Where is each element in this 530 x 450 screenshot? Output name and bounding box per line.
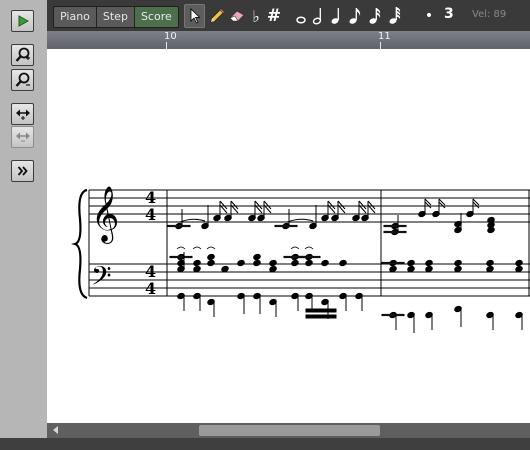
triplet-button[interactable]: 3 (444, 6, 454, 22)
dot-button[interactable]: • (422, 4, 436, 28)
pencil-icon (210, 8, 224, 23)
whole-note-button[interactable] (294, 4, 308, 28)
scroll-left-icon[interactable] (53, 426, 58, 434)
pencil-tool-button[interactable] (207, 4, 226, 28)
whole-note-icon (296, 16, 306, 24)
bass-clef: 𝄢 (91, 260, 112, 298)
treble-notes-measure-10 (167, 200, 376, 231)
tab-step[interactable]: Step (96, 7, 135, 27)
expand-width-button[interactable] (11, 103, 34, 125)
top-toolbar: Piano Step Score ♭ # • 3 Vel: 89 (47, 0, 530, 31)
half-note-button[interactable] (311, 4, 325, 28)
play-button[interactable] (11, 10, 34, 32)
quarter-note-icon (331, 8, 339, 24)
time-sig-bass-bottom: 4 (145, 279, 156, 298)
zoom-out-icon (15, 72, 30, 87)
select-tool-button[interactable] (184, 4, 205, 28)
score-view[interactable]: 𝄞 𝄢 4 4 4 4 (47, 49, 530, 423)
treble-clef: 𝄞 (91, 186, 119, 244)
left-toolbar (0, 0, 48, 438)
scroll-thumb[interactable] (199, 425, 380, 436)
quarter-note-button[interactable] (329, 4, 343, 28)
double-chevron-right-icon (17, 166, 28, 176)
brace (71, 188, 88, 300)
view-tabs: Piano Step Score (53, 6, 179, 28)
ruler-tick (166, 42, 167, 49)
flat-button[interactable]: ♭ (249, 4, 263, 28)
status-bar (0, 438, 530, 450)
measure-ruler[interactable]: 10 11 (47, 31, 530, 49)
sixteenth-note-icon (369, 8, 381, 24)
sixteenth-note-button[interactable] (367, 4, 383, 28)
expand-horizontal-icon (15, 109, 30, 120)
play-icon (18, 15, 29, 27)
shrink-horizontal-icon (15, 132, 30, 142)
time-sig-treble-bottom: 4 (145, 205, 156, 224)
zoom-in-icon (15, 47, 30, 62)
thirty-second-note-button[interactable] (387, 4, 403, 28)
zoom-out-button[interactable] (11, 69, 34, 91)
zoom-in-button[interactable] (11, 44, 34, 66)
eraser-tool-button[interactable] (227, 4, 247, 28)
velocity-label: Vel: 89 (472, 9, 507, 20)
eighth-note-button[interactable] (347, 4, 363, 28)
ruler-tick (380, 42, 381, 49)
horizontal-scrollbar[interactable] (47, 423, 530, 438)
ruler-mark-10: 10 (164, 31, 177, 42)
ruler-mark-11: 11 (378, 31, 391, 42)
tab-score[interactable]: Score (134, 7, 178, 27)
eighth-note-icon (349, 8, 361, 24)
score-canvas: 𝄞 𝄢 4 4 4 4 (71, 186, 530, 333)
half-note-icon (312, 8, 322, 25)
tab-piano[interactable]: Piano (54, 7, 97, 27)
shrink-width-button[interactable] (11, 126, 34, 148)
more-button[interactable] (11, 160, 34, 182)
sharp-button[interactable]: # (266, 4, 282, 28)
bass-notes-measure-10 (169, 246, 364, 319)
thirty-second-note-icon (389, 7, 401, 24)
treble-notes-measure-11 (383, 198, 496, 237)
eraser-icon (229, 10, 245, 22)
select-arrow-icon (190, 8, 200, 24)
